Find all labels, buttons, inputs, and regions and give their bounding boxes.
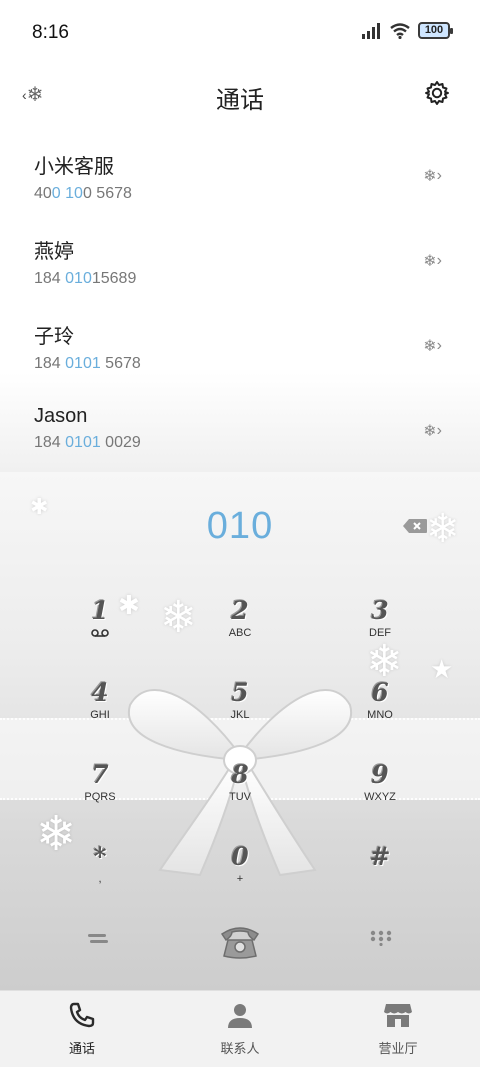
key-digit: 4 [91,678,109,707]
tab-label: 联系人 [220,1041,260,1056]
status-icons: 100 [362,22,453,39]
detail-button[interactable]: ❄ › [423,251,442,271]
battery-indicator: 100 [418,22,453,39]
key-letters: DEF [369,627,391,639]
tab-contacts[interactable]: 联系人 [190,1001,290,1057]
phone-screen: ❄ ✱ ❄ ★ ❄ ❄ ✱ 8:16 100 ‹ ❄ 通话 小米客服 400 1… [0,0,480,1067]
key-8[interactable]: 8 TUV [180,760,300,830]
page-title: 通话 [216,87,264,114]
list-item[interactable]: 子玲 184 0101 5678 ❄ › [0,310,480,395]
list-item[interactable]: 燕婷 184 01015689 ❄ › [0,225,480,310]
detail-button[interactable]: ❄ › [423,166,442,186]
key-letters: MNO [367,709,393,721]
snowflake-icon: ❄ [423,423,437,440]
chevron-right-icon: › [436,252,442,269]
key-hash[interactable]: # [320,842,440,912]
key-digit: 0 [231,842,249,871]
contact-name: 燕婷 [34,241,74,263]
key-1[interactable]: 1 [40,596,160,666]
key-letters: GHI [90,709,110,721]
contact-name: 子玲 [34,326,74,348]
snowflake-icon: ❄ [423,338,437,355]
key-digit: 3 [371,596,389,625]
telephone-icon [220,927,260,959]
detail-button[interactable]: ❄ › [423,421,442,441]
key-star[interactable]: * , [40,842,160,912]
key-5[interactable]: 5 JKL [180,678,300,748]
contact-icon [228,1004,252,1028]
key-3[interactable]: 3 DEF [320,596,440,666]
gear-icon [425,81,449,105]
snowflake-icon: ❄ [423,253,437,270]
chevron-right-icon: › [436,167,442,184]
key-digit: * [93,842,107,871]
tab-calls[interactable]: 通话 [32,1001,132,1057]
voicemail-icon [91,629,109,637]
contact-number: 184 01015689 [34,270,137,287]
key-letters: + [236,873,244,885]
contact-name: Jason [34,405,88,427]
call-log-list: 小米客服 400 100 5678 ❄ › 燕婷 184 01015689 ❄ › … [0,140,480,480]
contact-number: 400 100 5678 [34,185,132,202]
key-digit: 2 [231,596,249,625]
key-letters: WXYZ [364,791,396,803]
tab-label: 通话 [68,1041,95,1056]
snowflake-icon: ❄ [423,168,437,185]
key-letters: PQRS [84,791,116,803]
contact-number: 184 0101 0029 [34,434,141,451]
key-digit: 8 [231,760,249,789]
delete-button[interactable] [402,518,428,539]
backspace-icon [403,519,427,533]
phone-icon [69,1002,95,1028]
key-7[interactable]: 7 PQRS [40,760,160,830]
menu-button[interactable] [88,932,108,950]
key-digit: 9 [371,760,389,789]
signal-icon [362,22,380,39]
call-button[interactable] [218,920,262,965]
status-bar: 8:16 100 [0,0,480,66]
keypad-toggle-button[interactable] [370,930,392,951]
key-digit: 7 [91,760,109,789]
key-2[interactable]: 2 ABC [180,596,300,666]
tab-store[interactable]: 营业厅 [348,1001,448,1057]
key-letters: , [98,873,102,885]
key-digit: 6 [371,678,389,707]
dialer-action-row [0,920,480,970]
key-digit: # [369,842,391,871]
detail-button[interactable]: ❄ › [423,336,442,356]
header: ‹ ❄ 通话 [0,72,480,118]
chevron-right-icon: › [436,422,442,439]
dialpad-icon [370,930,392,947]
tab-label: 营业厅 [378,1041,418,1056]
list-item[interactable]: Jason 184 0101 0029 ❄ › [0,395,480,480]
status-time: 8:16 [32,22,69,43]
menu-lines-icon [88,934,108,943]
key-digit: 5 [231,678,249,707]
list-item[interactable]: 小米客服 400 100 5678 ❄ › [0,140,480,225]
key-6[interactable]: 6 MNO [320,678,440,748]
key-0[interactable]: 0 + [180,842,300,912]
key-letters: JKL [230,709,250,721]
bottom-tab-bar: 通话 联系人 营业厅 [0,990,480,1067]
settings-button[interactable] [424,80,450,111]
contact-number: 184 0101 5678 [34,355,141,372]
wifi-icon [390,22,410,39]
key-digit: 1 [91,596,109,625]
store-icon [384,1004,412,1027]
key-4[interactable]: 4 GHI [40,678,160,748]
key-9[interactable]: 9 WXYZ [320,760,440,830]
key-letters: ABC [228,627,252,639]
chevron-right-icon: › [436,337,442,354]
contact-name: 小米客服 [34,156,114,178]
key-letters: TUV [229,791,251,803]
